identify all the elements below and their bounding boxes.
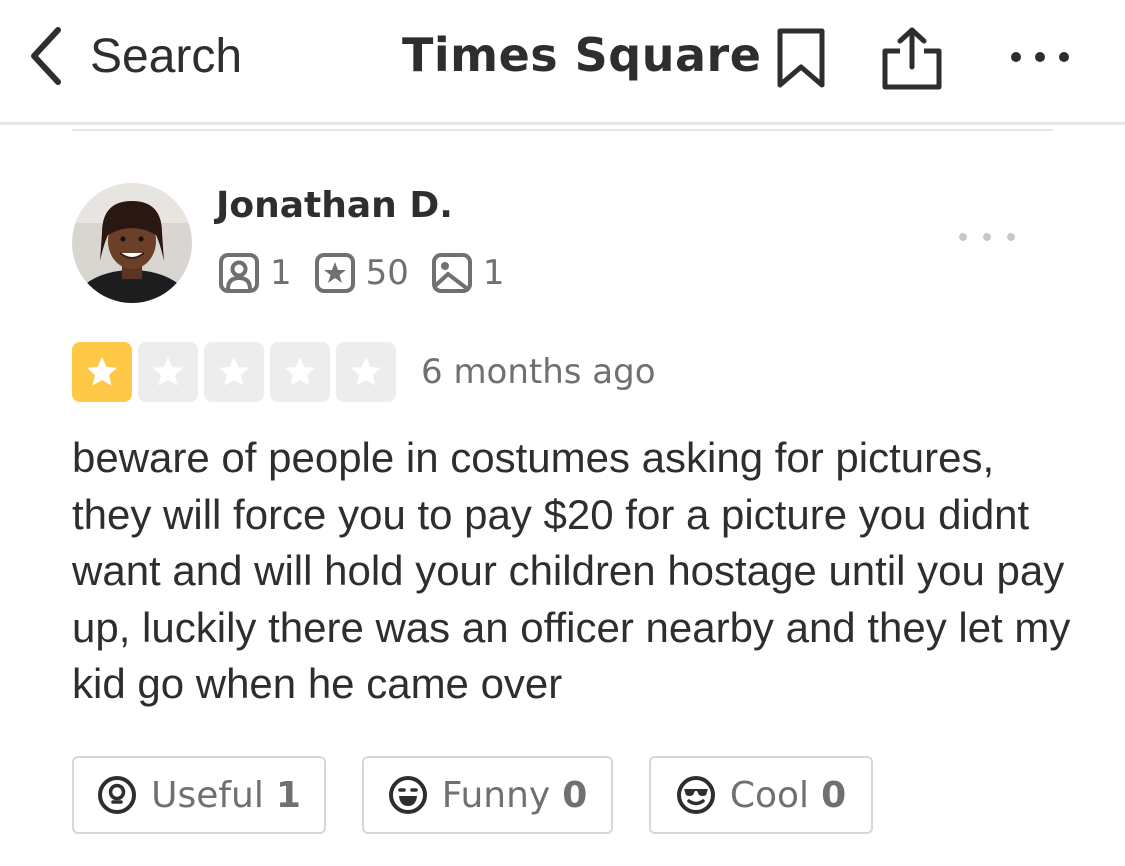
cool-button[interactable]: Cool 0 [649,756,873,834]
review-text: beware of people in costumes asking for … [72,434,1071,707]
avatar-photo [72,183,192,303]
section-divider [72,129,1053,131]
friends-icon [219,253,259,293]
star-empty [336,342,396,402]
friends-stat: 1 [218,252,292,294]
more-options-button[interactable] [1008,47,1072,71]
lightbulb-icon [98,776,137,814]
star-icon [351,357,381,386]
chevron-left-icon [31,27,61,85]
star-empty [204,342,264,402]
star-icon [87,357,117,386]
star-icon [285,357,315,386]
cool-label: Cool [729,774,810,816]
photos-stat: 1 [431,252,505,294]
photos-count: 1 [482,253,505,293]
reviews-stat: 50 [314,252,409,294]
page-title: Times Square [402,28,762,82]
review-star-icon [314,253,355,293]
share-icon [882,27,942,90]
top-nav-bar: Search Times Square [0,0,1125,122]
bookmark-icon [777,28,825,88]
useful-count: 1 [275,774,301,816]
star-rating [72,342,402,402]
reviews-count: 50 [365,253,409,293]
back-button[interactable]: Search [26,24,242,88]
grin-icon [388,776,427,814]
star-filled [72,342,132,402]
star-icon [153,357,183,386]
share-button[interactable] [880,25,944,95]
review-more-button[interactable] [955,228,1019,250]
useful-label: Useful [151,774,264,816]
review-date: 6 months ago [421,352,656,392]
funny-button[interactable]: Funny 0 [362,756,613,834]
reviewer-name[interactable]: Jonathan D. [216,185,453,226]
more-horizontal-icon [959,233,1015,241]
star-empty [138,342,198,402]
bookmark-button[interactable] [775,27,827,93]
funny-label: Funny [441,774,551,816]
nav-divider [0,122,1125,125]
useful-button[interactable]: Useful 1 [72,756,326,834]
reviewer-stats: 1 50 1 [218,252,527,294]
star-empty [270,342,330,402]
funny-count: 0 [562,774,588,816]
avatar[interactable] [72,183,192,303]
more-horizontal-icon [1011,52,1069,62]
friends-count: 1 [270,253,292,293]
star-icon [219,357,249,386]
photo-icon [431,253,472,293]
cool-count: 0 [821,774,847,816]
back-button-label: Search [90,29,243,83]
sunglasses-icon [676,776,715,814]
